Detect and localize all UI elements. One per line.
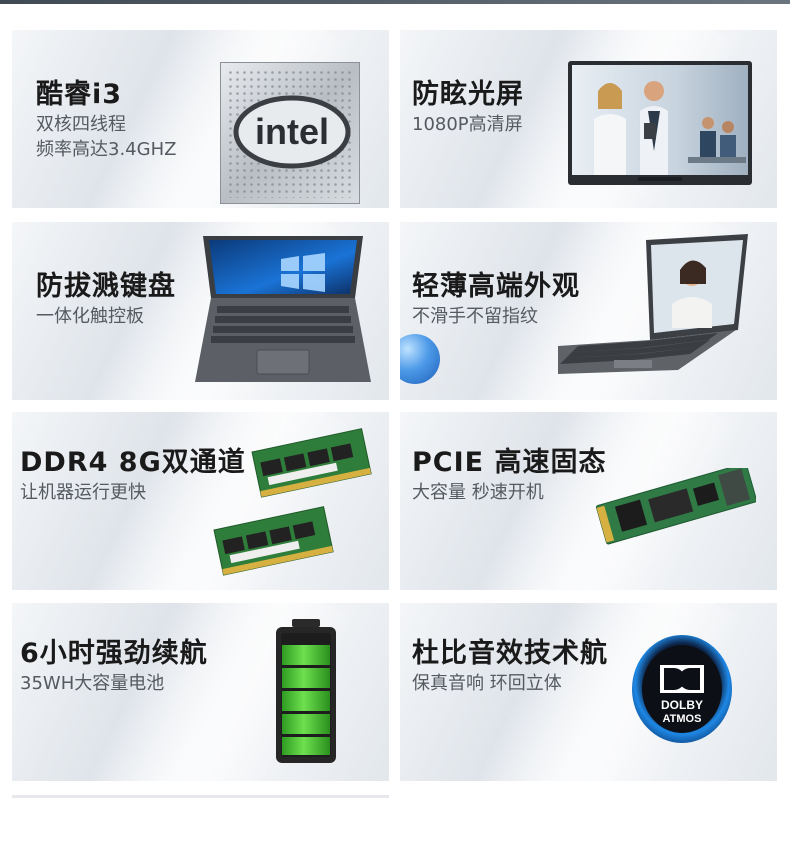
feature-card-audio: 杜比音效技术航 保真音响 环回立体 DOLBY ATMOS [400, 603, 777, 781]
feature-card-screen: 防眩光屏 1080P高清屏 [400, 30, 777, 208]
card-subtitle: 35WH大容量电池 [20, 673, 165, 694]
bottom-divider [12, 795, 389, 798]
card-title: 轻薄高端外观 [412, 271, 580, 302]
card-title: DDR4 8G双通道 [20, 447, 246, 478]
intel-logo-text: intel [255, 111, 329, 152]
feature-card-battery: 6小时强劲续航 35WH大容量电池 [12, 603, 389, 781]
dolby-logo-text: DOLBY [661, 698, 703, 712]
card-title: 杜比音效技术航 [412, 638, 608, 669]
monitor-office-icon [568, 61, 752, 185]
card-title: PCIE 高速固态 [412, 447, 607, 478]
ssd-m2-icon [595, 468, 756, 545]
feature-card-keyboard: 防拔溅键盘 一体化触控板 [12, 222, 389, 400]
top-divider [0, 0, 790, 4]
card-subtitle: 保真音响 环回立体 [412, 673, 562, 694]
decorative-ball [400, 334, 440, 384]
card-subtitle: 一体化触控板 [36, 306, 144, 327]
card-title: 6小时强劲续航 [20, 638, 208, 669]
intel-chip-icon: intel [220, 62, 360, 204]
card-subtitle: 不滑手不留指纹 [412, 306, 538, 327]
feature-card-design: 轻薄高端外观 不滑手不留指纹 [400, 222, 777, 400]
laptop-keyboard-icon [195, 236, 371, 382]
card-subtitle-2: 频率高达3.4GHZ [36, 139, 177, 160]
dolby-atmos-logo-icon: DOLBY ATMOS [632, 635, 732, 743]
card-subtitle: 双核四线程 [36, 114, 126, 135]
laptop-open-icon [558, 234, 748, 374]
feature-card-memory: DDR4 8G双通道 让机器运行更快 [12, 412, 389, 590]
card-title: 防眩光屏 [412, 79, 524, 110]
card-title: 酷睿i3 [36, 79, 123, 110]
feature-card-ssd: PCIE 高速固态 大容量 秒速开机 [400, 412, 777, 590]
card-subtitle: 1080P高清屏 [412, 114, 523, 135]
card-subtitle: 让机器运行更快 [20, 482, 146, 503]
card-title: 防拔溅键盘 [36, 271, 176, 302]
card-subtitle: 大容量 秒速开机 [412, 482, 544, 503]
atmos-logo-text: ATMOS [663, 713, 702, 725]
battery-icon [276, 619, 336, 763]
feature-card-cpu: 酷睿i3 双核四线程 频率高达3.4GHZ intel [12, 30, 389, 208]
